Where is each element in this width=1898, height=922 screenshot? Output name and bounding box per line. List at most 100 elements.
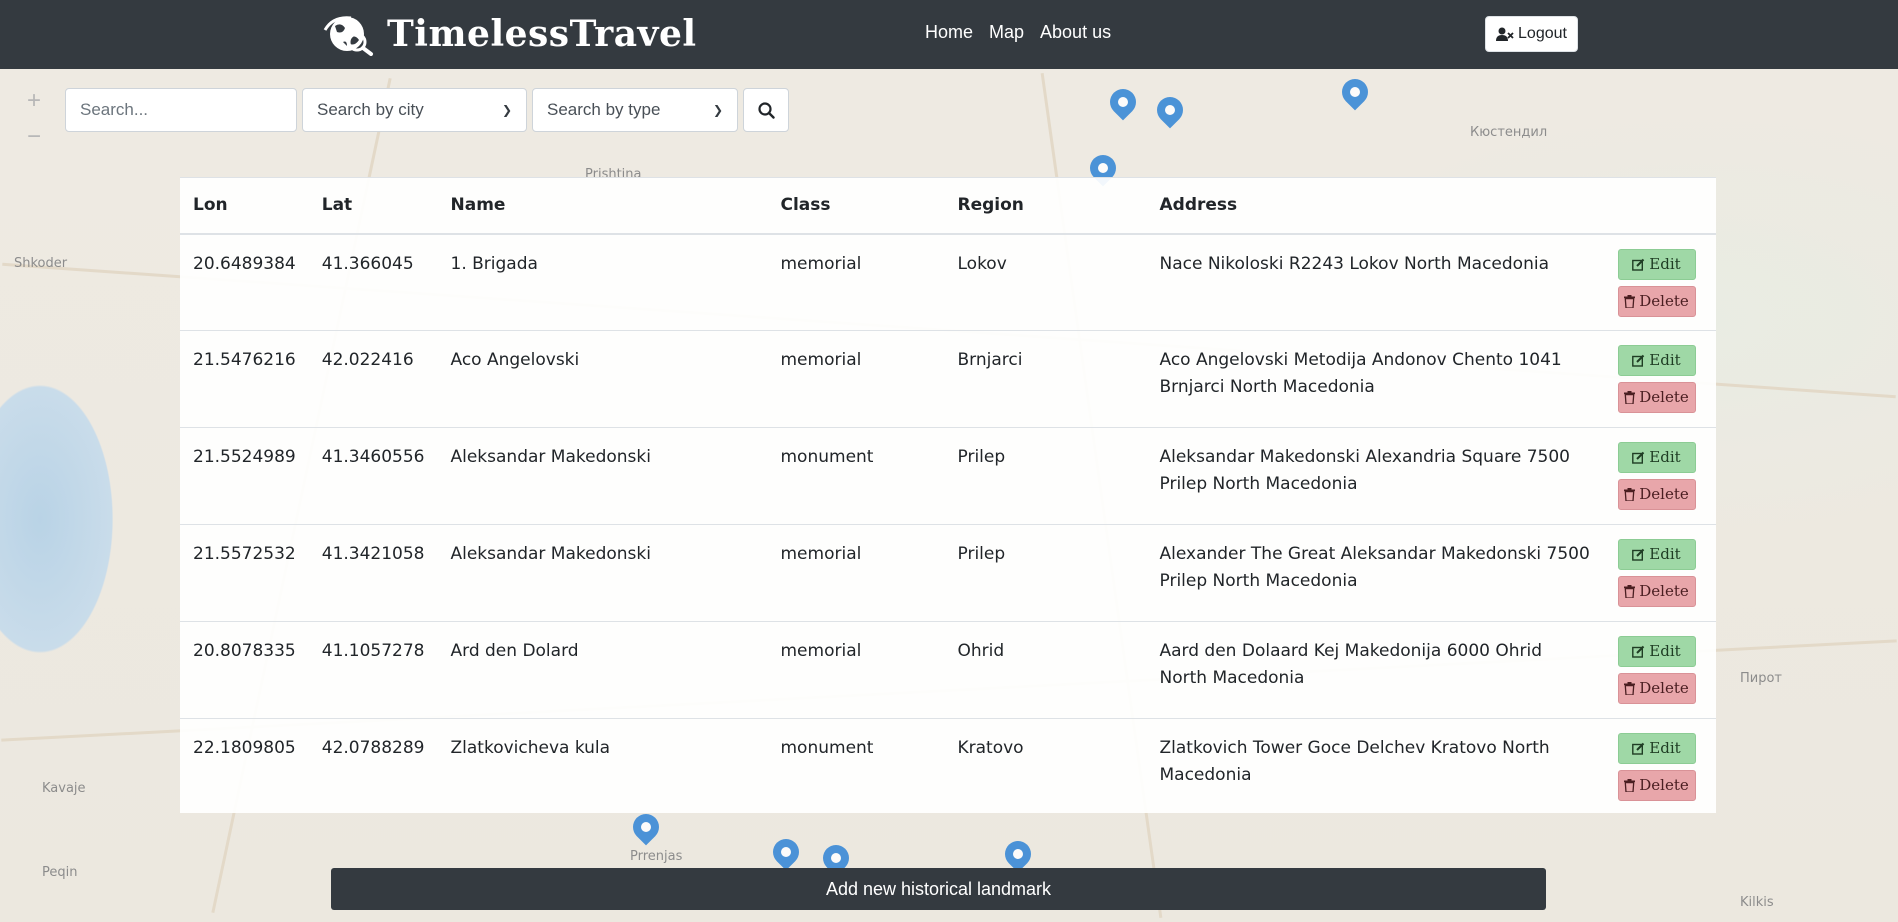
map-label: Пирот bbox=[1740, 671, 1783, 686]
city-select[interactable]: Search by city ❯ bbox=[302, 88, 527, 132]
edit-button[interactable]: Edit bbox=[1617, 248, 1696, 280]
edit-icon bbox=[1632, 645, 1645, 658]
delete-label: Delete bbox=[1639, 485, 1689, 503]
cell-name: Aco Angelovski bbox=[437, 330, 768, 428]
delete-button[interactable]: Delete bbox=[1617, 576, 1696, 607]
cell-class: memorial bbox=[767, 233, 945, 331]
cell-class: memorial bbox=[767, 330, 945, 428]
map-marker[interactable] bbox=[1151, 91, 1189, 129]
cell-address: Aco Angelovski Metodija Andonov Chento 1… bbox=[1146, 330, 1605, 428]
column-header-actions bbox=[1604, 177, 1716, 235]
cell-name: Ard den Dolard bbox=[437, 621, 768, 719]
cell-region: Prilep bbox=[944, 427, 1147, 525]
cell-lat: 42.022416 bbox=[308, 330, 438, 428]
nav-link-home[interactable]: Home bbox=[925, 22, 973, 43]
cell-address: Aleksandar Makedonski Alexandria Square … bbox=[1146, 427, 1605, 525]
cell-lon: 21.5572532 bbox=[180, 524, 309, 622]
edit-icon bbox=[1632, 451, 1645, 464]
search-bar: Search... Search by city ❯ Search by typ… bbox=[65, 88, 789, 132]
cell-lat: 41.366045 bbox=[308, 233, 438, 331]
column-header-name: Name bbox=[437, 177, 768, 235]
column-header-address: Address bbox=[1146, 177, 1605, 235]
map-label: Shkoder bbox=[14, 256, 68, 271]
column-header-class: Class bbox=[767, 177, 945, 235]
cell-lon: 21.5476216 bbox=[180, 330, 309, 428]
trash-icon bbox=[1624, 391, 1636, 404]
delete-button[interactable]: Delete bbox=[1617, 285, 1696, 317]
edit-icon bbox=[1632, 354, 1645, 367]
edit-label: Edit bbox=[1649, 739, 1681, 757]
delete-button[interactable]: Delete bbox=[1617, 770, 1696, 801]
cell-region: Lokov bbox=[944, 233, 1147, 331]
brand[interactable]: TimelessTravel bbox=[323, 12, 697, 56]
search-input[interactable]: Search... bbox=[65, 88, 297, 132]
cell-class: memorial bbox=[767, 524, 945, 622]
nav-links: Home Map About us bbox=[925, 22, 1111, 43]
delete-button[interactable]: Delete bbox=[1617, 673, 1696, 704]
map-marker[interactable] bbox=[1104, 83, 1142, 121]
logout-label: Logout bbox=[1518, 25, 1567, 42]
table-row: 21.5524989 41.3460556 Aleksandar Makedon… bbox=[180, 427, 1716, 525]
edit-label: Edit bbox=[1649, 545, 1681, 563]
table-row: 21.5572532 41.3421058 Aleksandar Makedon… bbox=[180, 524, 1716, 622]
edit-button[interactable]: Edit bbox=[1617, 636, 1696, 667]
map-marker[interactable] bbox=[767, 833, 805, 871]
cell-region: Kratovo bbox=[957, 738, 1024, 758]
navbar: TimelessTravel Home Map About us Logout bbox=[0, 0, 1898, 69]
search-placeholder: Search... bbox=[80, 100, 149, 119]
cell-region: Brnjarci bbox=[944, 330, 1147, 428]
cell-address: Aard den Dolaard Kej Makedonija 6000 Ohr… bbox=[1146, 621, 1605, 719]
map-label: Peqin bbox=[42, 865, 78, 880]
edit-label: Edit bbox=[1649, 351, 1681, 369]
trash-icon bbox=[1624, 682, 1636, 695]
zoom-out-button[interactable]: − bbox=[27, 123, 41, 151]
trash-icon bbox=[1624, 779, 1636, 792]
chevron-down-icon: ❯ bbox=[501, 103, 512, 117]
cell-lon: 22.1809805 bbox=[193, 738, 296, 758]
cell-name: Zlatkovicheva kula bbox=[450, 738, 611, 758]
cell-lat: 41.3421058 bbox=[308, 524, 438, 622]
delete-button[interactable]: Delete bbox=[1617, 479, 1696, 510]
cell-lon: 21.5524989 bbox=[180, 427, 309, 525]
cell-address: Alexander The Great Aleksandar Makedonsk… bbox=[1146, 524, 1605, 622]
nav-link-map[interactable]: Map bbox=[989, 22, 1024, 43]
brand-name: TimelessTravel bbox=[387, 13, 697, 55]
globe-logo-icon bbox=[323, 16, 373, 56]
add-landmark-button[interactable]: Add new historical landmark bbox=[331, 868, 1546, 910]
edit-icon bbox=[1632, 742, 1645, 755]
trash-icon bbox=[1624, 585, 1636, 598]
delete-label: Delete bbox=[1639, 388, 1689, 406]
edit-button[interactable]: Edit bbox=[1617, 442, 1696, 473]
map-marker[interactable] bbox=[1336, 73, 1374, 111]
zoom-in-button[interactable]: + bbox=[27, 87, 41, 115]
edit-icon bbox=[1632, 548, 1645, 561]
map-label: Kavaje bbox=[42, 781, 86, 796]
landmarks-table: Lon Lat Name Class Region Address 20.648… bbox=[180, 177, 1716, 813]
edit-button[interactable]: Edit bbox=[1617, 733, 1696, 764]
cell-name: Aleksandar Makedonski bbox=[437, 524, 768, 622]
delete-label: Delete bbox=[1639, 582, 1689, 600]
cell-class: memorial bbox=[767, 621, 945, 719]
cell-name: 1. Brigada bbox=[437, 233, 768, 331]
cell-lon: 20.6489384 bbox=[180, 233, 309, 331]
edit-button[interactable]: Edit bbox=[1617, 345, 1696, 376]
nav-link-about[interactable]: About us bbox=[1040, 22, 1111, 43]
city-select-value: Search by city bbox=[317, 100, 424, 119]
cell-actions: Edit Delete bbox=[1605, 719, 1717, 816]
map-label: Kilkis bbox=[1740, 895, 1774, 910]
cell-actions: Edit Delete bbox=[1604, 427, 1716, 525]
logout-button[interactable]: Logout bbox=[1485, 16, 1578, 52]
type-select[interactable]: Search by type ❯ bbox=[532, 88, 738, 132]
column-header-lon: Lon bbox=[180, 177, 309, 235]
user-times-icon bbox=[1496, 27, 1514, 41]
delete-button[interactable]: Delete bbox=[1617, 382, 1696, 413]
cell-lat: 41.1057278 bbox=[308, 621, 438, 719]
search-button[interactable] bbox=[743, 88, 789, 132]
edit-button[interactable]: Edit bbox=[1617, 539, 1696, 570]
map-marker[interactable] bbox=[999, 835, 1037, 873]
column-header-lat: Lat bbox=[308, 177, 438, 235]
edit-label: Edit bbox=[1649, 448, 1681, 466]
cell-lat: 41.3460556 bbox=[308, 427, 438, 525]
table-row: 20.8078335 41.1057278 Ard den Dolard mem… bbox=[180, 621, 1716, 719]
cell-region: Ohrid bbox=[944, 621, 1147, 719]
